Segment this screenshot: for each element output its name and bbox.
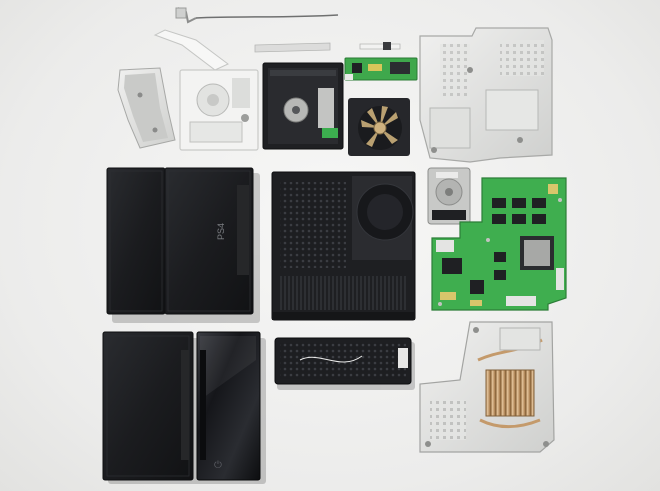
metal-bracket: [117, 67, 176, 149]
console-top-cover-left: [106, 167, 166, 315]
metal-shield-top-right: [419, 27, 553, 163]
console-top-cover-right: PS4: [164, 167, 254, 315]
internal-chassis-frame: [271, 171, 416, 321]
blu-ray-drive: [262, 62, 344, 150]
cooling-fan: [348, 98, 410, 156]
heatsink-frame-bottom-right: [419, 321, 555, 453]
svg-text:⏻: ⏻: [214, 460, 222, 471]
console-bottom-cover: [102, 331, 194, 481]
teardown-illustration: PS4 ⏻: [102, 7, 567, 484]
svg-text:PS4: PS4: [216, 223, 226, 240]
teardown-photo: PS4 ⏻: [0, 0, 660, 491]
small-circuit-board: [344, 57, 418, 81]
console-glossy-cover: ⏻: [196, 331, 261, 481]
hard-drive: [427, 167, 471, 225]
power-supply-unit: [274, 337, 412, 385]
blu-ray-drive-frame: [179, 69, 259, 151]
